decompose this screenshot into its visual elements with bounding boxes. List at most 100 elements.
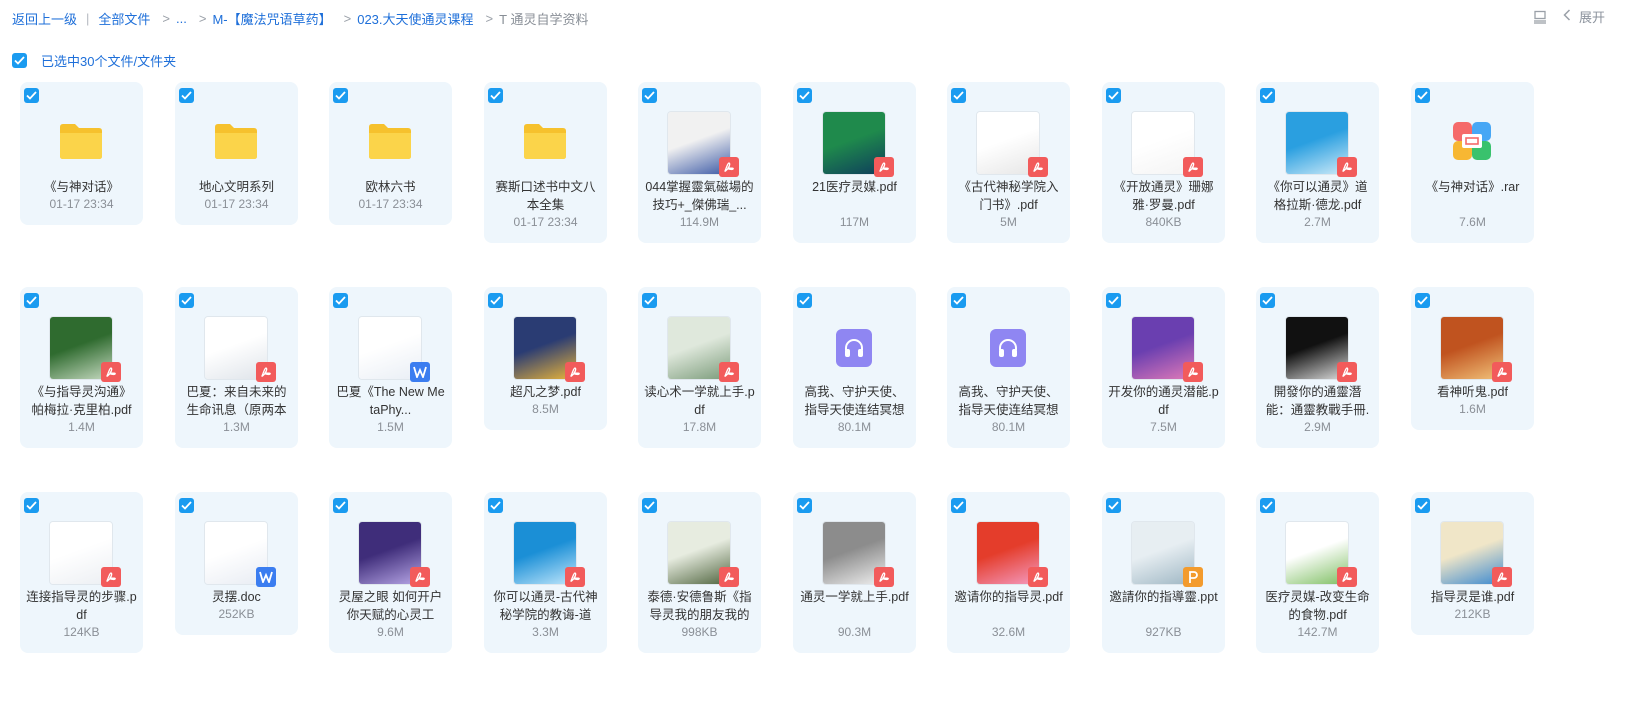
file-name: 044掌握靈氣磁場的技巧+_傑佛瑞_... bbox=[645, 180, 754, 212]
pdf-icon bbox=[1028, 567, 1048, 587]
expand-button[interactable]: 展开 bbox=[1563, 7, 1605, 26]
file-checkbox[interactable] bbox=[1106, 293, 1121, 308]
file-card[interactable]: 邀请你的指导灵.pdf 32.6M bbox=[947, 492, 1070, 653]
file-checkbox[interactable] bbox=[488, 293, 503, 308]
file-card[interactable]: 超凡之梦.pdf 8.5M bbox=[484, 287, 607, 430]
file-thumbnail bbox=[1132, 522, 1203, 587]
file-card[interactable]: 通灵一学就上手.pdf 90.3M bbox=[793, 492, 916, 653]
file-checkbox[interactable] bbox=[333, 88, 348, 103]
file-checkbox[interactable] bbox=[24, 293, 39, 308]
file-thumbnail bbox=[1132, 317, 1203, 382]
breadcrumb-folder-magic[interactable]: M-【魔法咒语草药】 bbox=[212, 9, 331, 28]
file-checkbox[interactable] bbox=[797, 88, 812, 103]
file-card[interactable]: 高我、守护天使、指导天使连结冥想 80.1M bbox=[947, 287, 1070, 448]
file-card[interactable]: 你可以通灵-古代神秘学院的教诲-道 3.3M bbox=[484, 492, 607, 653]
doc-icon bbox=[256, 567, 276, 587]
file-card[interactable]: 《与神对话》 01-17 23:34 bbox=[20, 82, 143, 225]
doc-icon bbox=[410, 362, 430, 382]
select-all-checkbox[interactable] bbox=[12, 53, 27, 68]
file-card[interactable]: 《你可以通灵》道格拉斯·德龙.pdf 2.7M bbox=[1256, 82, 1379, 243]
file-card[interactable]: 赛斯口述书中文八本全集 01-17 23:34 bbox=[484, 82, 607, 243]
file-thumbnail bbox=[359, 522, 430, 587]
file-checkbox[interactable] bbox=[333, 293, 348, 308]
file-card[interactable]: 044掌握靈氣磁場的技巧+_傑佛瑞_... 114.9M bbox=[638, 82, 761, 243]
file-checkbox[interactable] bbox=[488, 88, 503, 103]
file-checkbox[interactable] bbox=[1106, 498, 1121, 513]
file-card[interactable]: 巴夏《The New MetaPhy... 1.5M bbox=[329, 287, 452, 448]
file-card[interactable]: 邀請你的指導靈.ppt 927KB bbox=[1102, 492, 1225, 653]
detail-view-icon[interactable] bbox=[1531, 8, 1549, 26]
file-name: 《开放通灵》珊娜雅·罗曼.pdf bbox=[1113, 180, 1214, 212]
file-card[interactable]: 《古代神秘学院入门书》.pdf 5M bbox=[947, 82, 1070, 243]
selection-bar: 已选中30个文件/文件夹 bbox=[12, 51, 176, 70]
view-tools: 展开 bbox=[1531, 7, 1605, 26]
file-checkbox[interactable] bbox=[1260, 293, 1275, 308]
file-card[interactable]: 灵屋之眼 如何开户你天赋的心灵工 9.6M bbox=[329, 492, 452, 653]
pdf-icon bbox=[101, 362, 121, 382]
file-card[interactable]: 读心术一学就上手.pdf 17.8M bbox=[638, 287, 761, 448]
pdf-icon bbox=[1028, 157, 1048, 177]
file-card[interactable]: 连接指导灵的步骤.pdf 124KB bbox=[20, 492, 143, 653]
file-card[interactable]: 开发你的通灵潜能.pdf 7.5M bbox=[1102, 287, 1225, 448]
file-checkbox[interactable] bbox=[179, 88, 194, 103]
file-checkbox[interactable] bbox=[797, 293, 812, 308]
file-checkbox[interactable] bbox=[488, 498, 503, 513]
file-card[interactable]: 《与神对话》.rar 7.6M bbox=[1411, 82, 1534, 243]
file-card[interactable]: 《开放通灵》珊娜雅·罗曼.pdf 840KB bbox=[1102, 82, 1225, 243]
file-checkbox[interactable] bbox=[1415, 88, 1430, 103]
file-checkbox[interactable] bbox=[1415, 293, 1430, 308]
file-size: 5M bbox=[1000, 215, 1017, 229]
file-name: 巴夏《The New MetaPhy... bbox=[336, 385, 445, 417]
file-thumbnail bbox=[359, 317, 430, 382]
file-checkbox[interactable] bbox=[24, 88, 39, 103]
file-size: 1.4M bbox=[68, 420, 95, 434]
back-link[interactable]: 返回上一级 bbox=[12, 9, 77, 28]
file-thumbnail bbox=[823, 112, 894, 177]
file-checkbox[interactable] bbox=[951, 293, 966, 308]
file-name: 灵摆.doc bbox=[212, 590, 261, 604]
chevron-left-icon bbox=[1563, 9, 1571, 24]
file-checkbox[interactable] bbox=[24, 498, 39, 513]
file-checkbox[interactable] bbox=[179, 498, 194, 513]
file-card[interactable]: 灵摆.doc 252KB bbox=[175, 492, 298, 635]
file-card[interactable]: 泰德·安德鲁斯《指导灵我的朋友我的 998KB bbox=[638, 492, 761, 653]
file-checkbox[interactable] bbox=[1106, 88, 1121, 103]
file-thumbnail bbox=[514, 112, 576, 174]
breadcrumb-separator: > bbox=[485, 11, 494, 26]
file-checkbox[interactable] bbox=[797, 498, 812, 513]
pdf-icon bbox=[1183, 157, 1203, 177]
file-card[interactable]: 指导灵是谁.pdf 212KB bbox=[1411, 492, 1534, 635]
file-checkbox[interactable] bbox=[642, 498, 657, 513]
breadcrumb: 返回上一级 | 全部文件 > ... > M-【魔法咒语草药】 > 023.大天… bbox=[12, 9, 588, 28]
file-checkbox[interactable] bbox=[642, 88, 657, 103]
file-checkbox[interactable] bbox=[1415, 498, 1430, 513]
breadcrumb-ellipsis[interactable]: ... bbox=[176, 11, 187, 26]
pdf-icon bbox=[256, 362, 276, 382]
file-name: 邀請你的指導靈.ppt bbox=[1109, 590, 1218, 604]
file-checkbox[interactable] bbox=[179, 293, 194, 308]
file-thumbnail bbox=[205, 522, 276, 587]
file-size: 90.3M bbox=[837, 625, 872, 639]
file-card[interactable]: 開發你的通靈潛能：通靈教戰手冊. 2.9M bbox=[1256, 287, 1379, 448]
file-card[interactable]: 地心文明系列 01-17 23:34 bbox=[175, 82, 298, 225]
file-thumbnail bbox=[823, 522, 894, 587]
file-card[interactable]: 高我、守护天使、指导天使连结冥想 80.1M bbox=[793, 287, 916, 448]
file-checkbox[interactable] bbox=[1260, 88, 1275, 103]
file-checkbox[interactable] bbox=[1260, 498, 1275, 513]
breadcrumb-all-files[interactable]: 全部文件 bbox=[98, 9, 150, 28]
file-checkbox[interactable] bbox=[951, 498, 966, 513]
file-thumbnail bbox=[50, 112, 112, 174]
folder-icon bbox=[522, 121, 568, 166]
file-card[interactable]: 21医疗灵媒.pdf 117M bbox=[793, 82, 916, 243]
breadcrumb-folder-archangel[interactable]: 023.大天使通灵课程 bbox=[357, 9, 473, 28]
file-card[interactable]: 看神听鬼.pdf 1.6M bbox=[1411, 287, 1534, 430]
file-checkbox[interactable] bbox=[642, 293, 657, 308]
file-card[interactable]: 巴夏：来自未来的生命讯息（原两本 1.3M bbox=[175, 287, 298, 448]
file-card[interactable]: 欧林六书 01-17 23:34 bbox=[329, 82, 452, 225]
file-size: 124KB bbox=[63, 625, 100, 639]
file-checkbox[interactable] bbox=[951, 88, 966, 103]
file-card[interactable]: 医疗灵媒-改变生命的食物.pdf 142.7M bbox=[1256, 492, 1379, 653]
file-checkbox[interactable] bbox=[333, 498, 348, 513]
file-card[interactable]: 《与指导灵沟通》帕梅拉·克里柏.pdf 1.4M bbox=[20, 287, 143, 448]
file-thumbnail bbox=[668, 317, 739, 382]
